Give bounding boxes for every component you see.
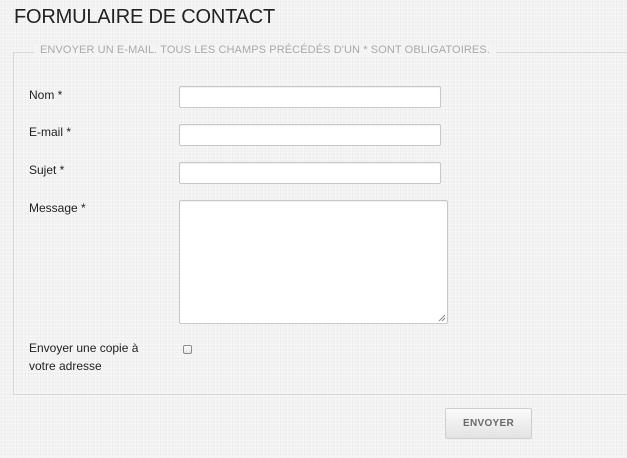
page-title: FORMULAIRE DE CONTACT <box>14 6 275 28</box>
name-label: Nom * <box>29 88 63 102</box>
copy-label-line1: Envoyer une copie à <box>29 341 139 355</box>
form-legend: ENVOYER UN E-MAIL. TOUS LES CHAMPS PRÉCÉ… <box>34 44 496 56</box>
subject-label: Sujet * <box>29 163 65 177</box>
resize-handle-icon[interactable] <box>438 314 446 322</box>
copy-label-line2: votre adresse <box>29 359 102 373</box>
email-input[interactable] <box>179 124 441 146</box>
send-copy-checkbox[interactable] <box>183 345 192 354</box>
name-input[interactable] <box>179 86 441 108</box>
email-label: E-mail * <box>29 125 72 139</box>
message-textarea[interactable] <box>179 200 448 324</box>
send-button[interactable]: ENVOYER <box>445 408 532 439</box>
subject-input[interactable] <box>179 162 441 184</box>
message-label: Message * <box>29 201 86 215</box>
